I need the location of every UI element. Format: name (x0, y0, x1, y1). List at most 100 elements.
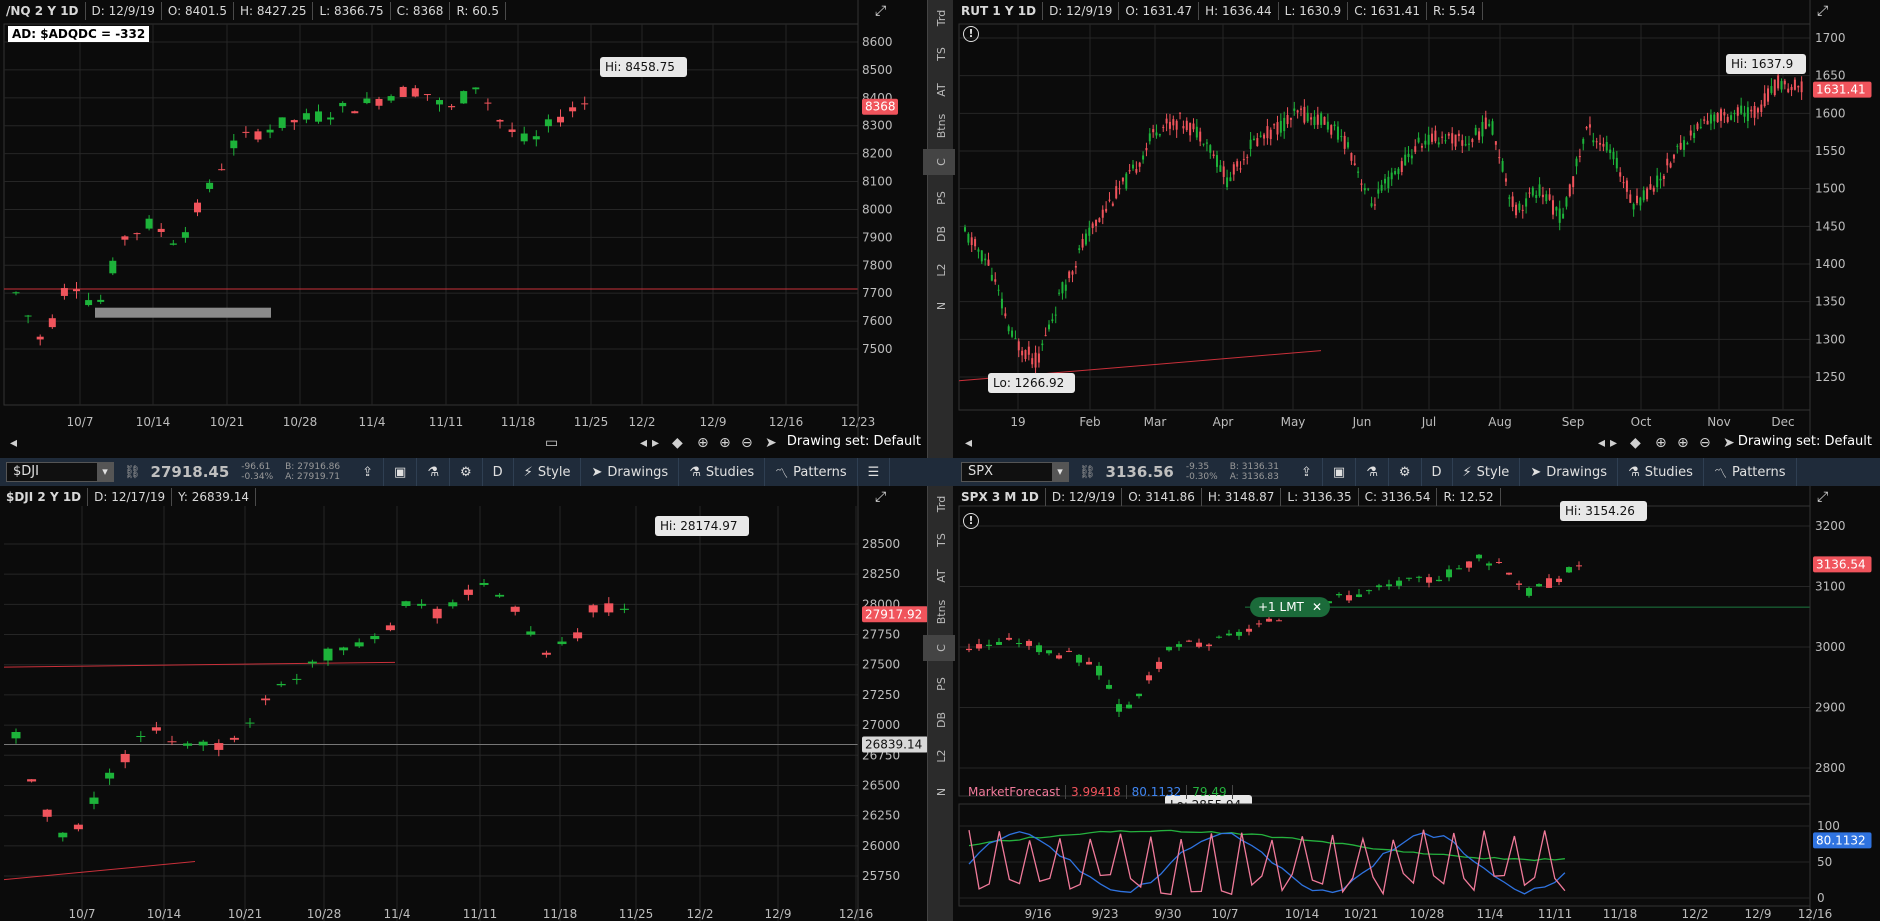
rut-x-tick: Jun (1352, 415, 1372, 429)
spx-candle (1386, 584, 1392, 587)
patterns-button[interactable]: 〽 Patterns (1704, 458, 1797, 486)
style-button[interactable]: ⚡ Style (1453, 458, 1521, 486)
settings-button[interactable]: ⚙ (450, 458, 483, 486)
flask-icon: ⚗ (689, 464, 701, 480)
share-button[interactable]: ⇪ (352, 458, 385, 486)
rut-candle (1709, 114, 1712, 124)
side-tab-c[interactable]: C (923, 149, 955, 175)
close-icon[interactable]: ✕ (1312, 600, 1322, 614)
side-tab-at[interactable]: AT (923, 77, 955, 103)
scroll-left-icon[interactable]: ◂ (965, 435, 972, 451)
side-tab-btns[interactable]: Btns (923, 113, 955, 139)
side-tab-trd[interactable]: Trd (923, 491, 955, 517)
rut-candle (1313, 116, 1316, 126)
side-tab-ts[interactable]: TS (923, 41, 955, 67)
crosshair-icon[interactable]: ⊕ (697, 435, 709, 451)
rut-candle (1377, 189, 1380, 194)
link-icon[interactable]: ⛓ (120, 465, 145, 480)
drawings-button[interactable]: ➤ Drawings (1520, 458, 1619, 486)
rut-candle (1790, 86, 1793, 91)
rut-drawing-set[interactable]: Drawing set: Default (1738, 434, 1872, 449)
fit-icon[interactable]: ◆ (672, 435, 683, 451)
cursor-icon[interactable]: ➤ (1723, 435, 1735, 451)
rut-candle (1777, 75, 1780, 89)
link-icon[interactable]: ⛓ (1075, 465, 1100, 480)
side-tab-trd[interactable]: Trd (923, 5, 955, 31)
scrollbar-icon[interactable]: ▭ (545, 435, 558, 451)
spx-symbol-select[interactable]: SPX (961, 462, 1069, 482)
nq-drawing-set[interactable]: Drawing set: Default (787, 434, 921, 449)
side-tab-l2[interactable]: L2 (923, 743, 955, 769)
mf-study-name[interactable]: MarketForecast (963, 785, 1067, 799)
period-button[interactable]: D (1422, 458, 1453, 486)
studies-button[interactable]: ⚗ Studies (1618, 458, 1704, 486)
menu-button[interactable]: ☰ (858, 458, 891, 486)
dji-candle (136, 735, 146, 737)
patterns-button[interactable]: 〽 Patterns (765, 458, 858, 486)
rut-x-tick: May (1281, 415, 1306, 429)
spx-candle (1516, 583, 1522, 585)
nq-candle (484, 102, 492, 104)
rut-candle (1165, 118, 1168, 124)
rut-candle (1518, 203, 1521, 211)
scroll-forward-icon[interactable]: ▸ (652, 435, 659, 451)
rut-candle (1132, 164, 1134, 169)
share-button[interactable]: ⇪ (1291, 458, 1323, 486)
nq-candle (315, 111, 322, 122)
side-tab-n[interactable]: N (923, 293, 955, 319)
spx-open: O: 3141.86 (1122, 488, 1202, 506)
dji-symbol-select[interactable]: $DJI (6, 462, 114, 482)
settings-button[interactable]: ⚙ (1389, 458, 1422, 486)
fit-icon[interactable]: ◆ (1630, 435, 1641, 451)
rut-chart[interactable]: 1700 1650 1600 1550 1500 1450 1400 1350 1300 1250… (955, 0, 1880, 458)
style-button[interactable]: ⚡ Style (514, 458, 582, 486)
period-button[interactable]: D (483, 458, 514, 486)
dji-chart[interactable]: 2850028250280002775027500272502700026750… (0, 486, 955, 921)
zoom-in-icon[interactable]: ⊕ (1677, 435, 1689, 451)
rut-candle (1471, 139, 1474, 143)
side-tab-n[interactable]: N (923, 779, 955, 805)
spx-chart[interactable]: 320031003000290028003136.54Hi: 3154.26Lo… (955, 486, 1880, 921)
rut-candle (1347, 142, 1350, 148)
studies-button[interactable]: ⚗ Studies (679, 458, 766, 486)
lab-button[interactable]: ⚗ (417, 458, 450, 486)
dji-change-pct: -0.34% (241, 472, 274, 482)
spx-range: R: 12.52 (1437, 488, 1501, 506)
rut-candle (1582, 138, 1585, 144)
side-tab-l2[interactable]: L2 (923, 257, 955, 283)
cursor-icon[interactable]: ➤ (765, 435, 777, 451)
spx-alert-icon[interactable]: ! (963, 513, 979, 529)
rut-candle (1696, 123, 1699, 130)
side-tab-btns[interactable]: Btns (923, 599, 955, 625)
side-tab-at[interactable]: AT (923, 563, 955, 589)
side-tab-ts[interactable]: TS (923, 527, 955, 553)
nq-range: R: 60.5 (450, 2, 506, 20)
nq-y-tick: 8200 (862, 147, 893, 161)
rut-candle (1048, 324, 1050, 330)
events-button[interactable]: ▣ (384, 458, 418, 486)
scroll-back-icon[interactable]: ◂ (640, 435, 647, 451)
side-tab-db[interactable]: DB (923, 221, 955, 247)
rut-candle (1128, 170, 1131, 172)
scroll-forward-icon[interactable]: ▸ (1610, 435, 1617, 451)
events-button[interactable]: ▣ (1323, 458, 1357, 486)
spx-low: L: 3136.35 (1281, 488, 1359, 506)
nq-candle (448, 106, 456, 108)
side-tab-c[interactable]: C (923, 635, 955, 661)
zoom-in-icon[interactable]: ⊕ (719, 435, 731, 451)
scroll-back-icon[interactable]: ◂ (1598, 435, 1605, 451)
crosshair-icon[interactable]: ⊕ (1655, 435, 1667, 451)
dji-hi-label: Hi: 28174.97 (660, 519, 737, 533)
side-tab-ps[interactable]: PS (923, 185, 955, 211)
zoom-out-icon[interactable]: ⊖ (741, 435, 753, 451)
rut-candle (1444, 140, 1447, 142)
scroll-left-icon[interactable]: ◂ (10, 435, 17, 451)
side-tab-db[interactable]: DB (923, 707, 955, 733)
zoom-out-icon[interactable]: ⊖ (1699, 435, 1711, 451)
side-tab-ps[interactable]: PS (923, 671, 955, 697)
nq-chart[interactable]: 8600850084008300820081008000790078007700… (0, 0, 955, 458)
drawings-button[interactable]: ➤ Drawings (581, 458, 680, 486)
nq-candle (460, 91, 468, 104)
lab-button[interactable]: ⚗ (1356, 458, 1389, 486)
rut-alert-icon[interactable]: ! (963, 26, 979, 42)
